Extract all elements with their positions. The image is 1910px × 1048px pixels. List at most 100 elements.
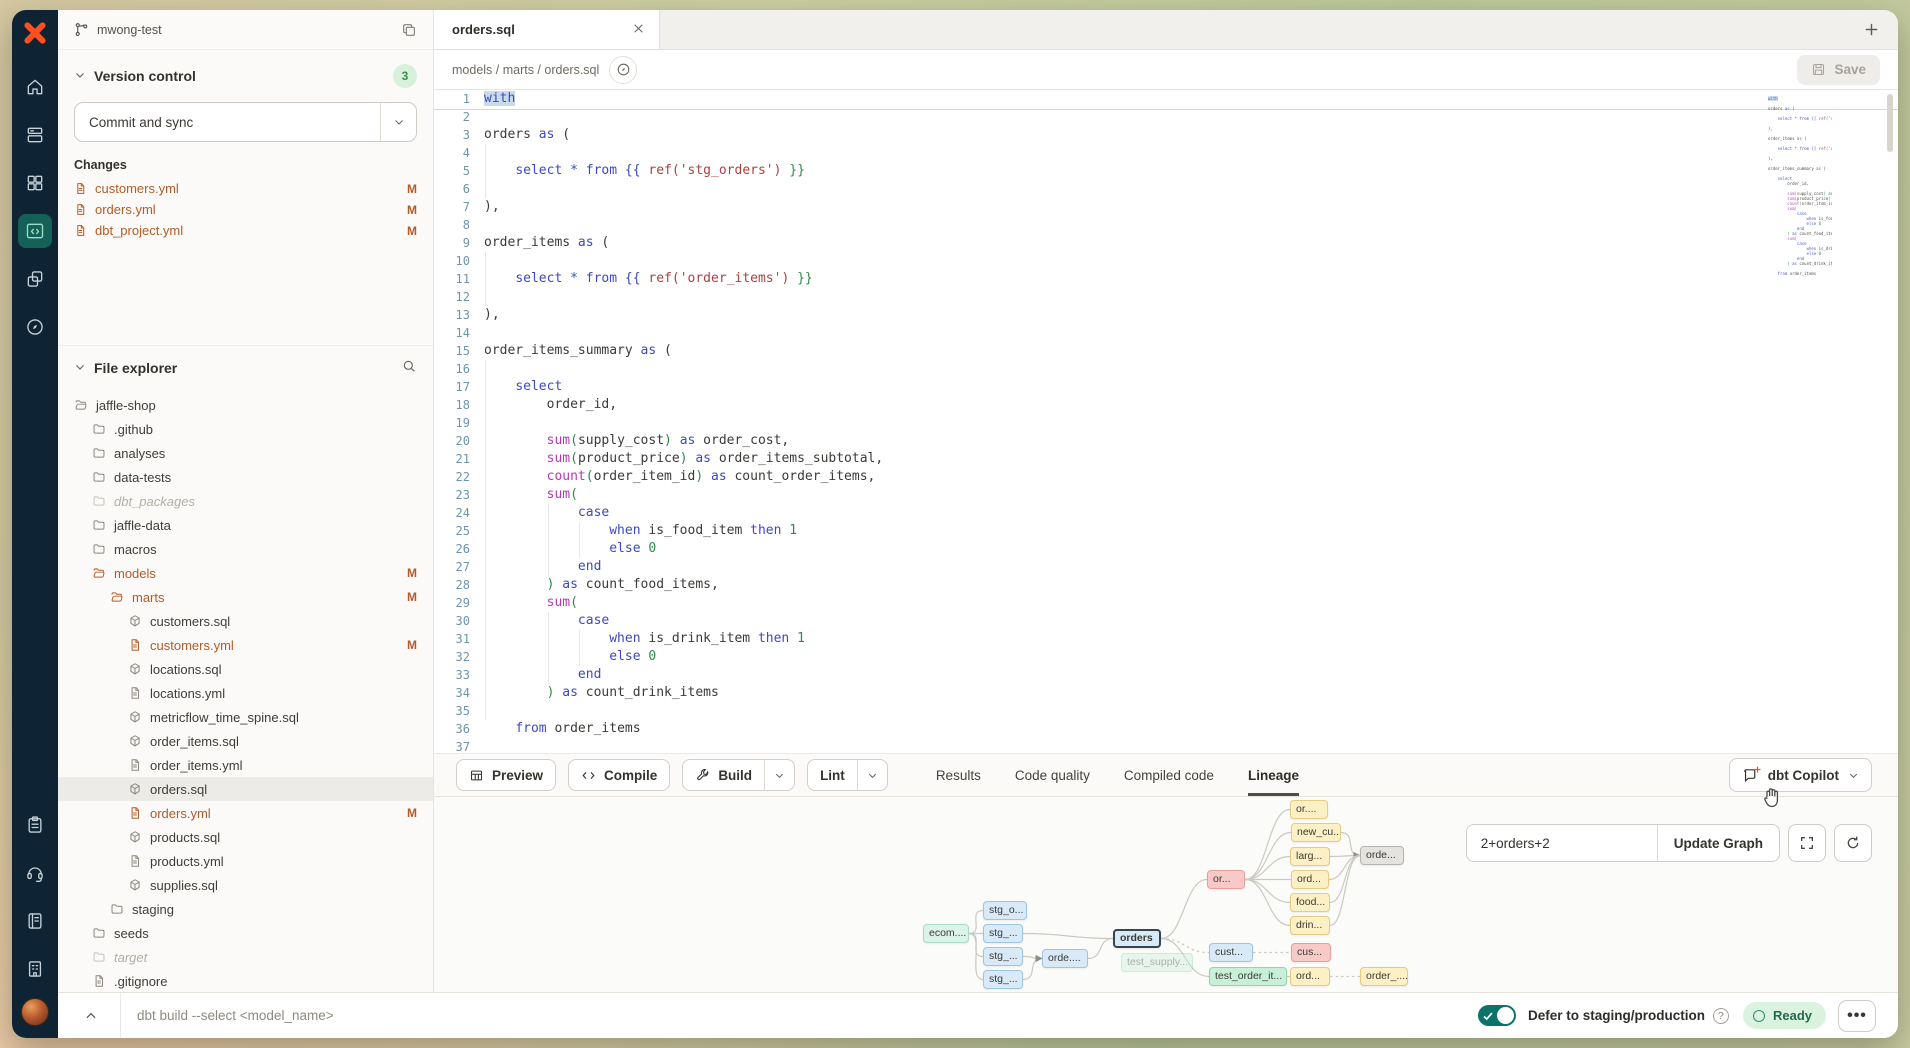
develop-nav-button[interactable]	[18, 214, 52, 248]
lineage-node-y7[interactable]: ord...	[1290, 967, 1330, 986]
file-explorer-header[interactable]: File explorer	[58, 345, 433, 389]
dbt-command-input[interactable]	[121, 1008, 1478, 1023]
more-options-button[interactable]: •••	[1838, 1000, 1876, 1032]
tree-item-analyses[interactable]: analyses	[58, 441, 433, 465]
lineage-node-ghost[interactable]: test_supply...	[1121, 953, 1193, 972]
tree-item-jaffle-shop[interactable]: jaffle-shop	[58, 393, 433, 417]
tree-item-order_items.yml[interactable]: order_items.yml	[58, 753, 433, 777]
copy-branch-icon[interactable]	[401, 22, 417, 38]
lineage-filter-input[interactable]	[1467, 825, 1657, 861]
compare-nav-button[interactable]	[18, 262, 52, 296]
building-nav-button[interactable]	[18, 952, 52, 986]
close-tab-icon[interactable]	[632, 22, 645, 38]
lineage-node-toi[interactable]: test_order_it...	[1209, 967, 1287, 986]
line-number: 27	[434, 558, 484, 576]
lineage-node-cpink[interactable]: cus...	[1291, 943, 1331, 962]
update-graph-button[interactable]: Update Graph	[1657, 825, 1779, 861]
panel-tab-compiled-code[interactable]: Compiled code	[1124, 754, 1214, 796]
lineage-node-stg3[interactable]: stg_...	[983, 947, 1023, 966]
lineage-node-omet[interactable]: or...	[1207, 870, 1245, 889]
tree-item-.gitignore[interactable]: .gitignore	[58, 969, 433, 992]
lineage-node-orders[interactable]: orders	[1113, 929, 1161, 948]
info-icon[interactable]: ?	[1713, 1008, 1729, 1024]
lineage-node-stg4[interactable]: stg_...	[983, 970, 1023, 989]
dbt-copilot-button[interactable]: dbt Copilot	[1729, 758, 1872, 792]
tree-item-.github[interactable]: .github	[58, 417, 433, 441]
tree-item-seeds[interactable]: seeds	[58, 921, 433, 945]
tree-item-models[interactable]: modelsM	[58, 561, 433, 585]
changed-file-orders.yml[interactable]: orders.yml M	[58, 199, 433, 220]
tree-item-target[interactable]: target	[58, 945, 433, 969]
lineage-node-y2[interactable]: new_cu...	[1291, 823, 1341, 842]
headset-nav-button[interactable]	[18, 856, 52, 890]
tree-item-locations.sql[interactable]: locations.sql	[58, 657, 433, 681]
changed-file-dbt_project.yml[interactable]: dbt_project.yml M	[58, 220, 433, 241]
tree-item-products.yml[interactable]: products.yml	[58, 849, 433, 873]
changed-file-customers.yml[interactable]: customers.yml M	[58, 178, 433, 199]
editor-minimap[interactable]: withorders as ( select * from {{ ref('st…	[1768, 96, 1832, 281]
lint-options-chevron-icon[interactable]	[857, 760, 887, 790]
tree-item-data-tests[interactable]: data-tests	[58, 465, 433, 489]
lineage-node-y4[interactable]: ord...	[1291, 870, 1329, 889]
deploy-nav-button[interactable]	[18, 118, 52, 152]
lineage-node-stg1[interactable]: stg_o...	[983, 901, 1027, 920]
panel-tab-results[interactable]: Results	[936, 754, 981, 796]
tree-item-locations.yml[interactable]: locations.yml	[58, 681, 433, 705]
build-options-chevron-icon[interactable]	[764, 760, 794, 790]
lineage-node-cust[interactable]: cust...	[1209, 943, 1253, 962]
defer-toggle[interactable]	[1478, 1005, 1516, 1026]
tree-item-staging[interactable]: staging	[58, 897, 433, 921]
search-icon[interactable]	[401, 358, 417, 377]
lineage-node-y6[interactable]: drin...	[1290, 916, 1330, 935]
expand-command-chevron-icon[interactable]	[58, 1009, 98, 1023]
checklist-nav-button[interactable]	[18, 808, 52, 842]
open-in-explorer-compass-icon[interactable]	[609, 56, 637, 84]
tree-item-supplies.sql[interactable]: supplies.sql	[58, 873, 433, 897]
lint-button[interactable]: Lint	[807, 759, 888, 791]
grid-nav-button[interactable]	[18, 166, 52, 200]
lineage-node-gray[interactable]: orde...	[1360, 846, 1404, 865]
lineage-node-y3[interactable]: larg...	[1290, 847, 1330, 866]
compass-nav-button[interactable]	[18, 310, 52, 344]
tree-item-metricflow_time_spine.sql[interactable]: metricflow_time_spine.sql	[58, 705, 433, 729]
commit-and-sync-button[interactable]: Commit and sync	[74, 102, 417, 142]
indent-guide	[485, 594, 486, 612]
build-button[interactable]: Build	[682, 759, 795, 791]
refresh-button[interactable]	[1834, 824, 1872, 862]
compile-button[interactable]: Compile	[568, 759, 670, 791]
tree-item-orders.yml[interactable]: orders.ymlM	[58, 801, 433, 825]
editor-scrollbar-thumb[interactable]	[1887, 94, 1893, 152]
tree-item-order_items.sql[interactable]: order_items.sql	[58, 729, 433, 753]
lineage-node-y8[interactable]: order_....	[1360, 967, 1408, 986]
user-avatar[interactable]	[21, 998, 49, 1026]
tree-item-products.sql[interactable]: products.sql	[58, 825, 433, 849]
lineage-node-y1[interactable]: or....	[1290, 800, 1328, 819]
new-tab-icon[interactable]	[1863, 21, 1880, 38]
fullscreen-button[interactable]	[1788, 824, 1826, 862]
preview-button[interactable]: Preview	[456, 759, 556, 791]
version-control-header[interactable]: Version control 3	[58, 50, 433, 96]
panel-tab-lineage[interactable]: Lineage	[1248, 754, 1299, 796]
home-nav-button[interactable]	[18, 70, 52, 104]
tab-orders-sql[interactable]: orders.sql	[434, 10, 660, 49]
lineage-panel[interactable]: Update Graph ecom.... stg_o... stg_... stg_…	[434, 797, 1898, 992]
code-editor[interactable]: 1with23orders as (45 select * from {{ re…	[434, 90, 1898, 753]
git-branch-row[interactable]: mwong-test	[58, 10, 433, 50]
tree-item-marts[interactable]: martsM	[58, 585, 433, 609]
notebook-nav-button[interactable]	[18, 904, 52, 938]
tree-item-orders.sql[interactable]: orders.sql	[58, 777, 433, 801]
lineage-node-oitems[interactable]: orde....	[1042, 949, 1088, 968]
tree-item-customers.yml[interactable]: customers.ymlM	[58, 633, 433, 657]
lineage-node-y5[interactable]: food...	[1290, 893, 1330, 912]
tree-item-dbt_packages[interactable]: dbt_packages	[58, 489, 433, 513]
code-line-2: 2	[434, 108, 1898, 126]
lineage-node-ecom[interactable]: ecom....	[923, 924, 969, 943]
panel-tab-code-quality[interactable]: Code quality	[1015, 754, 1090, 796]
tree-item-macros[interactable]: macros	[58, 537, 433, 561]
tree-item-customers.sql[interactable]: customers.sql	[58, 609, 433, 633]
save-button[interactable]: Save	[1797, 55, 1880, 85]
lineage-node-stg2[interactable]: stg_...	[983, 924, 1023, 943]
dbt-logo-icon[interactable]	[12, 10, 58, 56]
commit-options-chevron-icon[interactable]	[380, 103, 416, 141]
tree-item-jaffle-data[interactable]: jaffle-data	[58, 513, 433, 537]
